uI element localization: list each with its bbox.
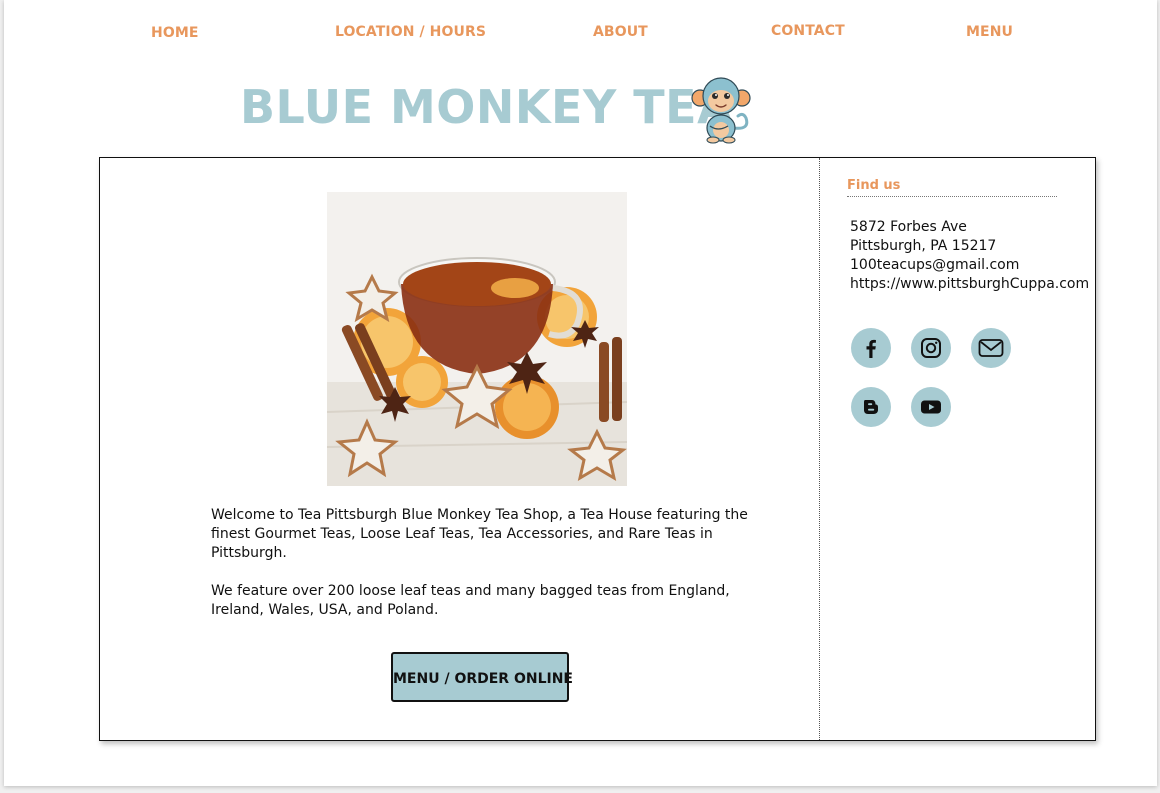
address-street: 5872 Forbes Ave (850, 219, 967, 235)
address-email[interactable]: 100teacups@gmail.com (850, 256, 1089, 275)
intro-paragraph-2: We feature over 200 loose leaf teas and … (211, 583, 730, 618)
intro-paragraph-1: Welcome to Tea Pittsburgh Blue Monkey Te… (211, 507, 748, 561)
intro-text: Welcome to Tea Pittsburgh Blue Monkey Te… (211, 506, 771, 639)
nav-menu-link[interactable]: MENU (966, 24, 1013, 40)
instagram-glyph (921, 338, 941, 358)
facebook-glyph (866, 339, 876, 358)
sidebar-divider (819, 158, 820, 740)
site-title: BLUE MONKEY TEA (240, 80, 734, 134)
nav-contact-link[interactable]: CONTACT (771, 23, 845, 39)
find-us-heading: Find us (847, 178, 1057, 197)
address-website[interactable]: https://www.pittsburghCuppa.com (850, 275, 1089, 294)
menu-order-online-button[interactable]: MENU / ORDER ONLINE (391, 652, 573, 702)
nav-home-link[interactable]: HOME (151, 25, 199, 41)
monkey-mascot-icon (691, 77, 751, 144)
blogger-glyph (864, 400, 878, 414)
youtube-glyph (921, 400, 941, 414)
email-glyph (978, 339, 1004, 357)
page-frame: HOME LOCATION / HOURS ABOUT CONTACT MENU… (4, 0, 1157, 786)
main-content-box: Welcome to Tea Pittsburgh Blue Monkey Te… (99, 157, 1096, 741)
nav-about-link[interactable]: ABOUT (593, 24, 648, 40)
tea-cup-photo (327, 192, 627, 486)
email-icon[interactable] (971, 328, 1011, 368)
nav-location-hours-link[interactable]: LOCATION / HOURS (335, 24, 486, 40)
youtube-icon[interactable] (911, 387, 951, 427)
address-block: 5872 Forbes Ave Pittsburgh, PA 15217 100… (850, 218, 1089, 294)
blogger-icon[interactable] (851, 387, 891, 427)
address-city: Pittsburgh, PA 15217 (850, 238, 997, 254)
facebook-icon[interactable] (851, 328, 891, 368)
instagram-icon[interactable] (911, 328, 951, 368)
